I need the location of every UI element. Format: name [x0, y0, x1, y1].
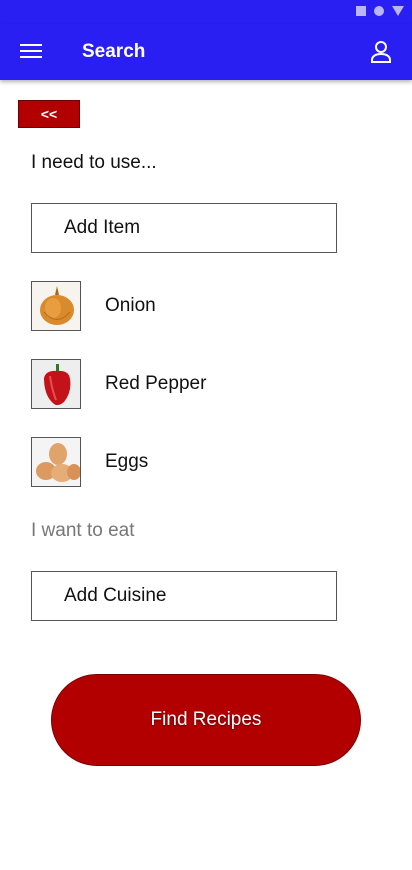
ingredients-section-label: I need to use... [31, 152, 157, 173]
onion-icon [31, 281, 81, 331]
item-label: Red Pepper [105, 373, 207, 394]
add-item-input[interactable]: Add Item [31, 203, 337, 253]
app-bar: Search [0, 24, 412, 80]
list-item[interactable]: Red Pepper [31, 359, 371, 409]
back-button[interactable]: << [18, 100, 80, 128]
status-icons [356, 6, 404, 16]
status-bar [0, 0, 412, 24]
find-recipes-button[interactable]: Find Recipes [51, 674, 361, 766]
red-pepper-icon [31, 359, 81, 409]
circle-icon [374, 6, 384, 16]
item-label: Eggs [105, 451, 149, 472]
square-icon [356, 6, 366, 16]
add-cuisine-input[interactable]: Add Cuisine [31, 571, 337, 621]
profile-icon[interactable] [370, 40, 392, 64]
page-title: Search [82, 41, 146, 62]
list-item[interactable]: Onion [31, 281, 371, 331]
triangle-icon [392, 6, 404, 16]
menu-icon[interactable] [20, 44, 42, 60]
cuisine-section-label: I want to eat [31, 520, 135, 541]
item-label: Onion [105, 295, 156, 316]
eggs-icon [31, 437, 81, 487]
list-item[interactable]: Eggs [31, 437, 371, 487]
